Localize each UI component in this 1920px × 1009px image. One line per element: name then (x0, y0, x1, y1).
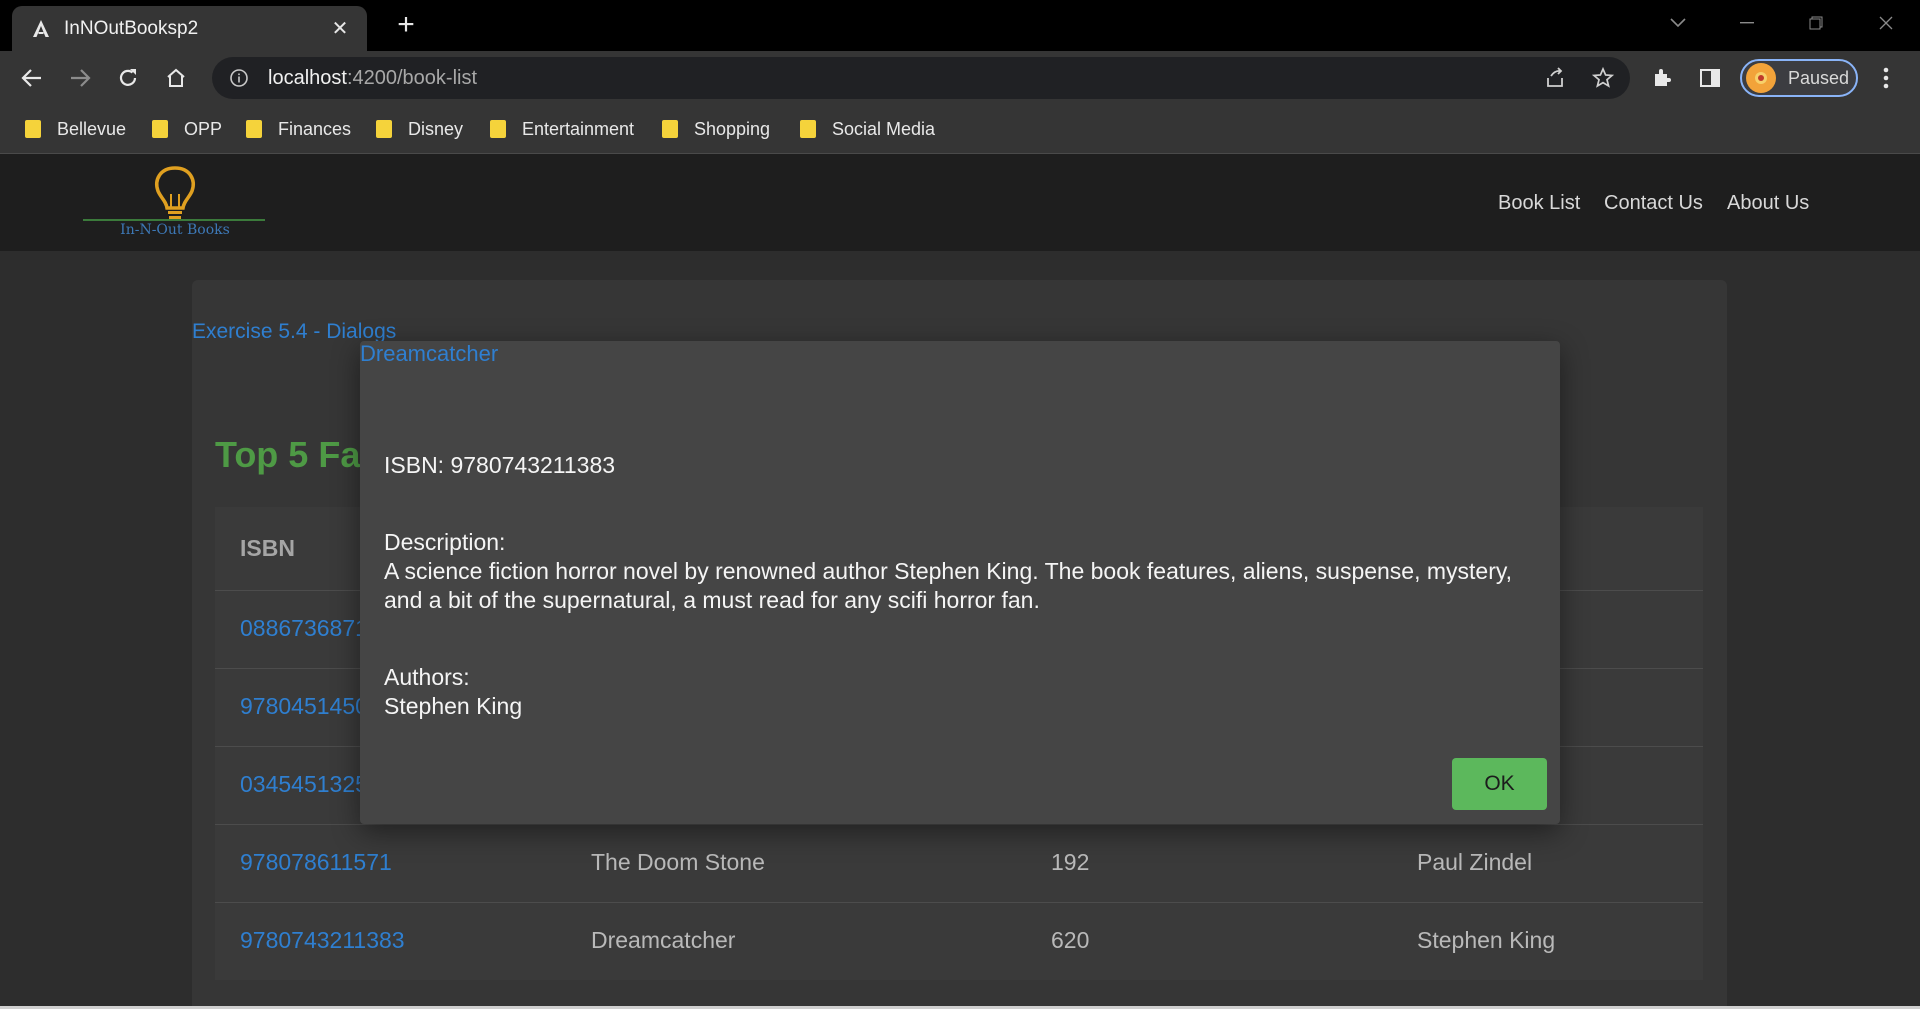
app-header: In-N-Out Books Book List Contact Us Abou… (0, 154, 1920, 251)
bookmark-label: Social Media (832, 118, 936, 139)
bookmark-folder[interactable]: Entertainment (490, 115, 634, 143)
table-row[interactable]: 9780743211383 Dreamcatcher 620 Stephen K… (215, 902, 1703, 981)
authors-label: Authors: (384, 664, 470, 690)
bookmark-label: Shopping (694, 118, 771, 139)
isbn-column-header: ISBN (240, 535, 295, 561)
tab-strip: InNOutBooksp2 ✕ + (0, 0, 1920, 51)
minimize-icon[interactable] (1723, 8, 1771, 38)
avatar (1746, 63, 1776, 93)
table-row[interactable]: 978078611571 The Doom Stone 192 Paul Zin… (215, 824, 1703, 903)
logo-text: In-N-Out Books (120, 222, 230, 238)
description-text: A science fiction horror novel by renown… (384, 558, 1513, 613)
side-panel-icon[interactable] (1692, 60, 1728, 96)
bookmark-folder[interactable]: OPP (152, 115, 222, 143)
isbn-link[interactable]: 9780743211383 (240, 927, 405, 954)
nav-book-list[interactable]: Book List (1498, 192, 1580, 215)
address-bar[interactable]: localhost:4200/book-list (212, 57, 1630, 99)
bookmark-folder[interactable]: Social Media (800, 115, 935, 143)
folder-icon (25, 120, 41, 138)
pages-cell: 620 (1051, 927, 1090, 953)
angular-icon (30, 18, 52, 40)
bookmarks-bar: Bellevue OPP Finances Disney Entertainme… (0, 105, 1920, 154)
title-cell: The Doom Stone (591, 849, 765, 875)
authors-text: Stephen King (384, 693, 523, 719)
url-text: localhost:4200/book-list (268, 67, 477, 90)
folder-icon (662, 120, 678, 138)
pages-cell: 192 (1051, 849, 1090, 875)
menu-icon[interactable] (1868, 60, 1904, 96)
bookmark-folder[interactable]: Finances (246, 115, 351, 143)
forward-icon[interactable] (62, 60, 98, 96)
bookmark-label: Bellevue (57, 118, 127, 139)
browser-toolbar: localhost:4200/book-list Paused (0, 51, 1920, 105)
bookmark-folder[interactable]: Shopping (662, 115, 770, 143)
tab-title: InNOutBooksp2 (64, 17, 199, 39)
description-label: Description: (384, 529, 506, 555)
dialog-title: Dreamcatcher (360, 341, 499, 366)
home-icon[interactable] (158, 60, 194, 96)
bookmark-folder[interactable]: Disney (376, 115, 463, 143)
folder-icon (800, 120, 816, 138)
nav-contact-us[interactable]: Contact Us (1604, 192, 1703, 215)
restore-icon[interactable] (1792, 8, 1840, 38)
bookmark-label: Entertainment (522, 118, 635, 139)
folder-icon (376, 120, 392, 138)
star-icon[interactable] (1588, 63, 1618, 93)
dialog-isbn: ISBN: 9780743211383 (384, 452, 616, 478)
author-cell: Stephen King (1417, 927, 1556, 953)
folder-icon (246, 120, 262, 138)
profile-status: Paused (1788, 67, 1850, 88)
book-details-dialog: Dreamcatcher ISBN: 9780743211383 Descrip… (360, 341, 1560, 824)
bookmark-label: OPP (184, 118, 223, 139)
site-logo[interactable]: In-N-Out Books (80, 164, 270, 244)
folder-icon (490, 120, 506, 138)
info-icon[interactable] (224, 63, 254, 93)
reload-icon[interactable] (110, 60, 146, 96)
profile-button[interactable]: Paused (1740, 59, 1858, 97)
back-icon[interactable] (14, 60, 50, 96)
isbn-link[interactable]: 0886736871 (240, 615, 368, 642)
tab-search-icon[interactable] (1654, 8, 1702, 38)
isbn-link[interactable]: 978078611571 (240, 849, 392, 876)
close-tab-icon[interactable]: ✕ (327, 16, 353, 42)
url-host: localhost (268, 66, 347, 89)
new-tab-icon[interactable]: + (392, 10, 420, 40)
isbn-link[interactable]: 9780451450 (240, 693, 368, 720)
close-window-icon[interactable] (1862, 8, 1910, 38)
bookmark-label: Finances (278, 118, 352, 139)
share-icon[interactable] (1540, 63, 1570, 93)
browser-tab[interactable]: InNOutBooksp2 ✕ (12, 6, 367, 51)
nav-about-us[interactable]: About Us (1727, 192, 1809, 215)
lightbulb-icon (83, 166, 265, 221)
folder-icon (152, 120, 168, 138)
ok-button[interactable]: OK (1452, 758, 1547, 810)
isbn-link[interactable]: 0345451325 (240, 771, 368, 798)
title-cell: Dreamcatcher (591, 927, 736, 953)
bookmark-folder[interactable]: Bellevue (25, 115, 126, 143)
extensions-icon[interactable] (1644, 60, 1680, 96)
author-cell: Paul Zindel (1417, 849, 1533, 875)
url-path: :4200/book-list (346, 66, 478, 89)
page-heading: Top 5 Fav (215, 434, 381, 475)
bookmark-label: Disney (408, 118, 464, 139)
